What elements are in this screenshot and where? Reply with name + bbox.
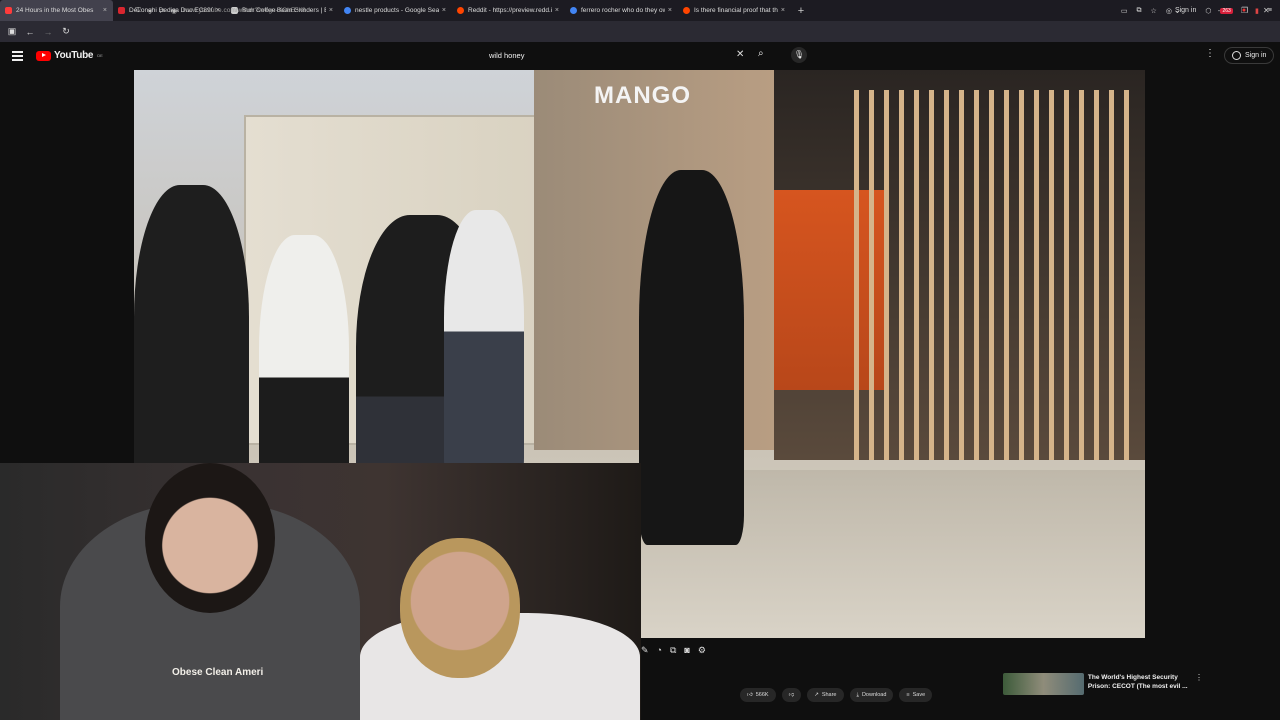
country-code: DE	[97, 53, 103, 58]
like-count: 566K	[755, 692, 769, 698]
bookmark-star-icon[interactable]: ☆	[1151, 7, 1157, 15]
settings-kebab-icon[interactable]: ⋮	[1205, 48, 1215, 59]
account-icon: ◎	[1165, 7, 1172, 15]
red-extension-icon[interactable]: ▮	[1255, 7, 1259, 15]
download-button[interactable]: ⤓ Download	[849, 688, 894, 702]
youtube-signin-button[interactable]: Sign in	[1224, 47, 1275, 64]
recommended-title[interactable]: The World's Highest Security Prison: CEC…	[1088, 673, 1189, 695]
dislike-button[interactable]: 👎︎	[781, 688, 802, 702]
webcam-overlay: Obese Clean Ameri	[0, 463, 641, 720]
video-actions: 👍︎ 566K 👎︎ ↗ Share ⤓ Download ≡ Save	[740, 688, 933, 702]
pip-icon[interactable]: ⧉	[670, 645, 676, 657]
recommended-menu-kebab-icon[interactable]: ⋮	[1195, 673, 1203, 695]
shirt-print-text: Obese Clean Ameri	[172, 667, 264, 678]
browser-nav-bar: ▣ ← → ↻	[0, 21, 1280, 42]
share-label: Share	[821, 692, 837, 698]
account-circle-icon	[1232, 51, 1241, 60]
youtube-logo[interactable]: YouTube DE	[36, 50, 103, 61]
youtube-signin-label: Sign in	[1245, 52, 1267, 59]
toolbar-right: ▭ ⧉ ☆ ◎ Sign in ⬡ 263 ● ▮ ≡	[1121, 3, 1272, 18]
settings-gear-icon[interactable]: ⚙	[698, 645, 706, 657]
dislike-icon: 👎︎	[788, 692, 795, 698]
lock-icon[interactable]: 🔒︎	[144, 7, 156, 15]
browser-menu-icon[interactable]: ≡	[1268, 7, 1272, 14]
video-person	[639, 170, 744, 545]
browser-signin-button[interactable]: ◎ Sign in	[1166, 7, 1197, 15]
recommended-thumbnail[interactable]	[1003, 673, 1084, 695]
reader-view-icon[interactable]: ▭	[1121, 7, 1128, 15]
like-icon: 👍︎	[747, 692, 753, 698]
url-text[interactable]: www.youtube.com/watch?v=cgu-XOhE5k8	[183, 7, 306, 14]
back-arrow-icon[interactable]: ←	[21, 27, 39, 37]
tab-close-icon[interactable]: ×	[103, 7, 107, 14]
clear-search-icon[interactable]: ✕	[736, 49, 744, 60]
guide-menu-icon[interactable]	[12, 51, 23, 63]
ublock-extension-icon[interactable]: 263	[1220, 7, 1233, 14]
recommended-video[interactable]: The World's Highest Security Prison: CEC…	[1003, 673, 1203, 695]
delonghi-favicon-icon	[118, 7, 125, 14]
video-person	[444, 210, 524, 480]
player-extra-controls: ✎ ◔ ⧉ ◙ ⚙	[641, 645, 706, 657]
browser-signin-label: Sign in	[1174, 7, 1197, 14]
reload-icon[interactable]: ↻	[57, 26, 75, 37]
webcam-streamer-right-head	[400, 538, 520, 678]
search-icon[interactable]: ⌕	[758, 48, 764, 59]
webcam-streamer-left-head	[145, 463, 275, 613]
browser-tab-0[interactable]: 24 Hours in the Most Obes ×	[0, 0, 113, 21]
edit-icon[interactable]: ✎	[641, 645, 649, 657]
download-label: Download	[861, 692, 887, 698]
share-icon: ↗	[814, 692, 819, 698]
save-label: Save	[912, 692, 926, 698]
youtube-favicon-icon	[5, 7, 12, 14]
share-button[interactable]: ↗ Share	[807, 688, 844, 702]
voice-search-mic-icon[interactable]: 🎙︎	[791, 47, 807, 63]
video-wood-slats	[854, 90, 1134, 460]
record-extension-icon[interactable]: ●	[1242, 7, 1246, 14]
youtube-play-icon	[36, 50, 51, 61]
sidebar-toggle-icon[interactable]: ▣	[3, 26, 21, 37]
forward-arrow-icon[interactable]: →	[39, 27, 57, 37]
search-box: ✕	[481, 46, 753, 65]
screenshot-camera-icon[interactable]: ◙	[684, 645, 689, 657]
save-button[interactable]: ≡ Save	[899, 688, 933, 702]
youtube-wordmark: YouTube	[54, 50, 94, 61]
url-bar[interactable]: ⛉ 🔒︎ ⇄ ◉ www.youtube.com/watch?v=cgu-XOh…	[132, 3, 1082, 18]
save-icon: ≡	[906, 692, 910, 698]
tab-label: 24 Hours in the Most Obes	[16, 7, 94, 14]
extensions-puzzle-icon[interactable]: ⬡	[1205, 7, 1211, 15]
search-input[interactable]	[481, 51, 721, 60]
camera-permission-icon[interactable]: ◉	[168, 7, 180, 15]
download-icon: ⤓	[856, 691, 859, 698]
speed-icon[interactable]: ◔	[657, 645, 662, 657]
permissions-icon[interactable]: ⇄	[156, 7, 168, 15]
shield-icon[interactable]: ⛉	[132, 7, 144, 15]
picture-in-picture-icon[interactable]: ⧉	[1137, 7, 1142, 15]
extension-badge: 263	[1220, 8, 1233, 14]
like-button[interactable]: 👍︎ 566K	[740, 688, 776, 702]
video-store-sign: MANGO	[594, 82, 691, 109]
